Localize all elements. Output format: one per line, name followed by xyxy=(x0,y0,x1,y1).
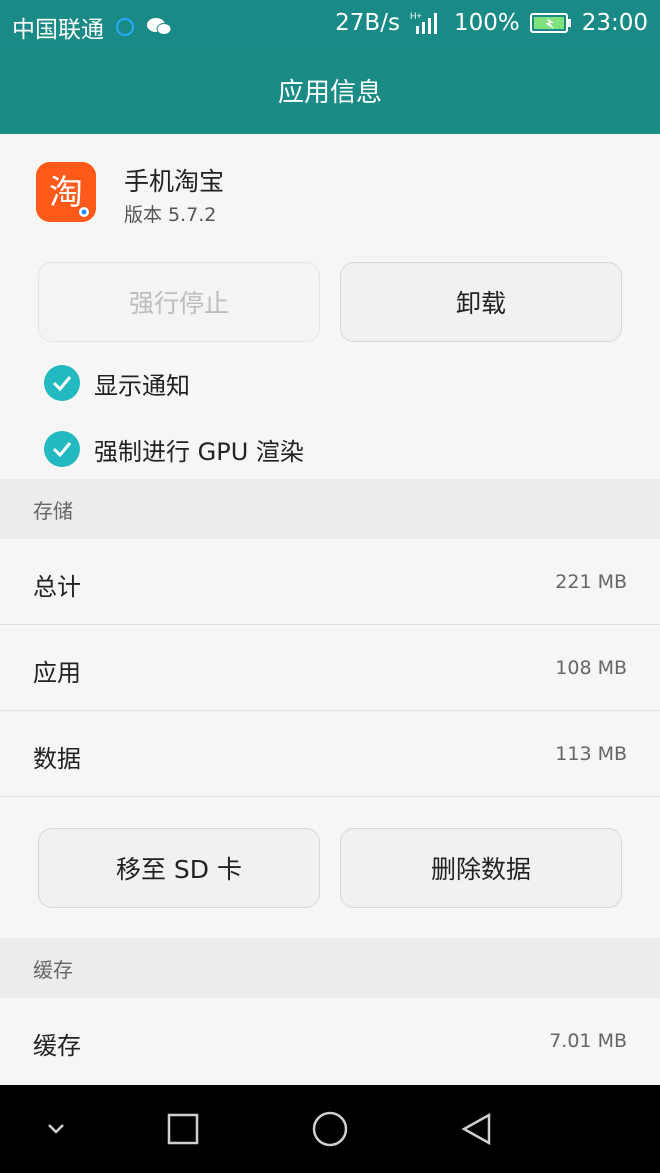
row-value: 7.01 MB xyxy=(549,1030,627,1052)
home-circle-icon[interactable] xyxy=(310,1109,350,1149)
sync-icon xyxy=(114,16,136,38)
chevron-down-icon[interactable] xyxy=(36,1109,76,1149)
status-bar-left: 中国联通 xyxy=(12,10,172,44)
page-title: 应用信息 xyxy=(277,78,382,108)
signal-icon: H+ xyxy=(410,10,444,36)
check-icon xyxy=(44,365,80,401)
row-value: 108 MB xyxy=(555,657,627,679)
row-label: 缓存 xyxy=(33,1032,81,1060)
network-speed: 27B/s xyxy=(335,10,400,36)
storage-section-header: 存储 xyxy=(0,479,660,539)
row-value: 113 MB xyxy=(555,743,627,765)
row-label: 数据 xyxy=(33,745,81,773)
storage-total-row: 总计 221 MB xyxy=(0,539,660,625)
storage-app-row: 应用 108 MB xyxy=(0,625,660,711)
wechat-icon xyxy=(146,16,172,38)
battery-percent: 100% xyxy=(453,10,520,36)
check-icon xyxy=(44,431,80,467)
battery-charging-icon xyxy=(529,12,572,34)
app-info-content: 淘 手机淘宝 版本 5.7.2 强行停止 卸载 显示通知 强制进行 GPU 渲染… xyxy=(0,134,660,1085)
checkbox-label: 显示通知 xyxy=(94,371,190,400)
section-title: 缓存 xyxy=(33,957,73,982)
svg-text:淘: 淘 xyxy=(49,173,83,213)
row-label: 应用 xyxy=(33,659,81,687)
title-bar: 应用信息 xyxy=(0,48,660,134)
storage-data-row: 数据 113 MB xyxy=(0,711,660,797)
clock: 23:00 xyxy=(581,10,648,36)
app-name: 手机淘宝 xyxy=(124,167,225,196)
app-header: 淘 手机淘宝 版本 5.7.2 xyxy=(0,134,660,254)
row-value: 221 MB xyxy=(555,571,627,593)
navigation-bar xyxy=(0,1085,660,1173)
carrier-name: 中国联通 xyxy=(12,17,104,43)
cache-section-header: 缓存 xyxy=(0,938,660,998)
section-title: 存储 xyxy=(33,498,73,523)
svg-text:H+: H+ xyxy=(410,11,422,21)
status-bar: 中国联通 27B/s H+ 100% 23:00 xyxy=(0,0,660,48)
recents-square-icon[interactable] xyxy=(163,1109,203,1149)
show-notifications-checkbox[interactable]: 显示通知 xyxy=(44,365,190,401)
uninstall-button[interactable]: 卸载 xyxy=(340,262,622,342)
app-version: 版本 5.7.2 xyxy=(124,204,217,226)
force-gpu-rendering-checkbox[interactable]: 强制进行 GPU 渲染 xyxy=(44,431,304,467)
taobao-app-icon: 淘 xyxy=(36,162,96,222)
clear-data-button[interactable]: 删除数据 xyxy=(340,828,622,908)
back-triangle-icon[interactable] xyxy=(456,1109,496,1149)
cache-row: 缓存 7.01 MB xyxy=(0,998,660,1084)
force-stop-button[interactable]: 强行停止 xyxy=(38,262,320,342)
checkbox-label: 强制进行 GPU 渲染 xyxy=(94,437,304,466)
status-bar-right: 27B/s H+ 100% 23:00 xyxy=(335,10,648,36)
row-label: 总计 xyxy=(33,573,81,601)
move-to-sd-button[interactable]: 移至 SD 卡 xyxy=(38,828,320,908)
